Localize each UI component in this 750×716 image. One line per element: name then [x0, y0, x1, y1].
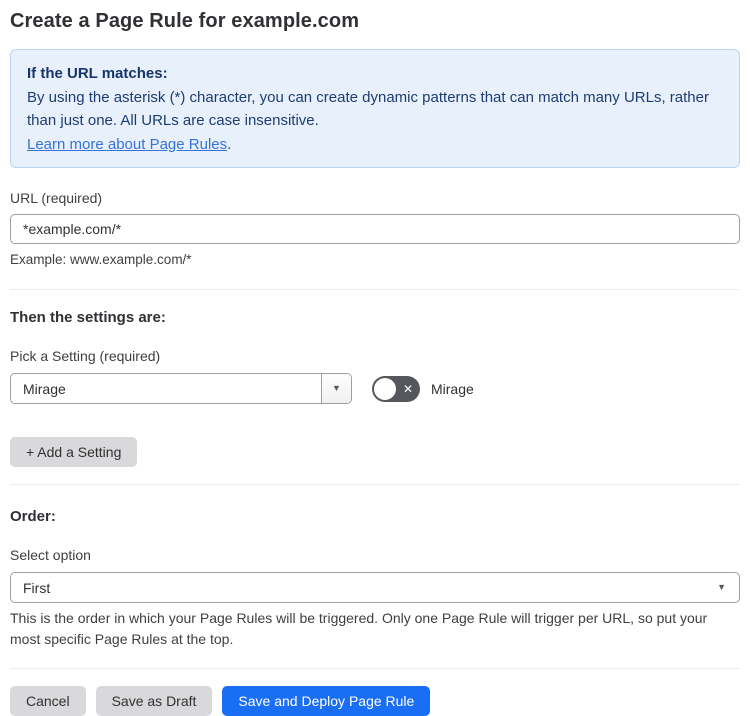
chevron-down-icon: ▼ [332, 383, 341, 393]
toggle-label: Mirage [431, 380, 474, 397]
order-helper-text: This is the order in which your Page Rul… [10, 610, 708, 647]
learn-more-link[interactable]: Learn more about Page Rules [27, 136, 227, 153]
link-suffix: . [227, 136, 232, 153]
page-title: Create a Page Rule for example.com [10, 10, 360, 32]
save-as-draft-button[interactable]: Save as Draft [95, 686, 213, 716]
settings-section-heading: Then the settings are: [10, 309, 166, 326]
info-box-heading: If the URL matches: [27, 65, 168, 82]
divider [10, 289, 740, 290]
divider [10, 668, 740, 669]
order-section-heading: Order: [10, 508, 56, 525]
footer-actions: Cancel Save as Draft Save and Deploy Pag… [10, 686, 740, 716]
url-match-info-box: If the URL matches: By using the asteris… [10, 49, 740, 168]
url-helper-text: Example: www.example.com/* [10, 252, 192, 267]
add-setting-button[interactable]: + Add a Setting [10, 437, 138, 467]
url-input[interactable] [10, 214, 740, 244]
info-box-body: By using the asterisk (*) character, you… [27, 89, 709, 129]
pick-setting-label: Pick a Setting (required) [10, 348, 161, 364]
chevron-down-icon: ▼ [717, 582, 726, 592]
setting-select-value: Mirage [23, 380, 66, 397]
info-box-link-line: Learn more about Page Rules. [27, 133, 723, 156]
order-select-label: Select option [10, 547, 91, 563]
setting-select[interactable]: Mirage ▼ [10, 373, 352, 404]
setting-select-arrow-button[interactable]: ▼ [321, 374, 351, 403]
page-rule-form: Create a Page Rule for example.com If th… [0, 8, 750, 716]
toggle-knob [374, 377, 396, 400]
save-and-deploy-button[interactable]: Save and Deploy Page Rule [222, 686, 431, 716]
divider [10, 484, 740, 485]
setting-row: Mirage ▼ ✕ Mirage [10, 373, 740, 404]
order-select-value: First [23, 579, 51, 596]
order-select[interactable]: First ▼ [10, 572, 740, 603]
url-field-label: URL (required) [10, 190, 103, 206]
toggle-off-x-icon: ✕ [402, 381, 413, 396]
cancel-button[interactable]: Cancel [10, 686, 86, 716]
mirage-toggle[interactable]: ✕ [372, 375, 420, 402]
